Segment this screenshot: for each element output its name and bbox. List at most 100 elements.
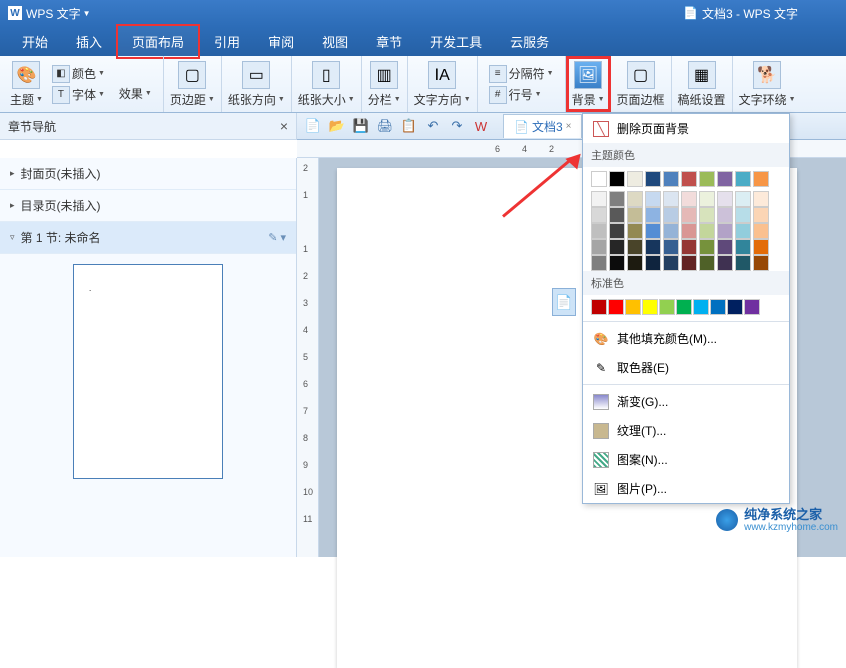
color-swatch[interactable] [609,255,625,271]
color-swatch[interactable] [693,299,709,315]
menu-item-7[interactable]: 开发工具 [416,26,496,57]
color-swatch[interactable] [710,299,726,315]
color-swatch[interactable] [663,223,679,239]
color-swatch[interactable] [645,223,661,239]
color-swatch[interactable] [663,255,679,271]
menu-item-0[interactable]: 开始 [8,26,62,57]
font-button[interactable]: T字体▼ [50,85,107,105]
theme-button[interactable]: 主题▼ [10,91,43,108]
gradient-item[interactable]: 渐变(G)... [583,387,789,416]
color-swatch[interactable] [699,171,715,187]
ribbon-size[interactable]: ▯ 纸张大小▼ [292,56,362,112]
color-swatch[interactable] [753,239,769,255]
redo-icon[interactable]: ↷ [447,116,467,136]
linenum-button[interactable]: #行号▼ [487,85,556,105]
color-swatch[interactable] [645,191,661,207]
ribbon-textdir[interactable]: ⅠA 文字方向▼ [408,56,478,112]
color-swatch[interactable] [681,255,697,271]
color-swatch[interactable] [609,207,625,223]
color-swatch[interactable] [642,299,658,315]
color-swatch[interactable] [727,299,743,315]
color-swatch[interactable] [627,191,643,207]
color-swatch[interactable] [627,207,643,223]
sidebar-close-button[interactable]: × [280,118,288,134]
color-swatch[interactable] [717,255,733,271]
color-swatch[interactable] [609,191,625,207]
theme-icon[interactable]: 🎨 [12,61,40,89]
color-swatch[interactable] [681,239,697,255]
color-swatch[interactable] [591,207,607,223]
color-swatch[interactable] [735,191,751,207]
color-swatch[interactable] [627,223,643,239]
color-swatch[interactable] [663,207,679,223]
color-swatch[interactable] [753,191,769,207]
color-swatch[interactable] [676,299,692,315]
menu-item-6[interactable]: 章节 [362,26,416,57]
color-swatch[interactable] [663,171,679,187]
color-swatch[interactable] [753,255,769,271]
color-swatch[interactable] [681,171,697,187]
color-swatch[interactable] [753,207,769,223]
ribbon-border[interactable]: ▢ 页面边框 [611,56,672,112]
menu-item-4[interactable]: 审阅 [254,26,308,57]
color-swatch[interactable] [659,299,675,315]
vertical-ruler[interactable]: 211234567891011 [297,158,319,557]
color-swatch[interactable] [699,223,715,239]
color-swatch[interactable] [663,239,679,255]
color-swatch[interactable] [699,255,715,271]
color-swatch[interactable] [645,255,661,271]
nav-item-1[interactable]: ▸目录页(未插入) [0,190,296,222]
eyedropper-item[interactable]: ✎取色器(E) [583,353,789,382]
color-swatch[interactable] [735,223,751,239]
color-swatch[interactable] [735,207,751,223]
color-swatch[interactable] [717,207,733,223]
ribbon-grid[interactable]: ▦ 稿纸设置 [672,56,733,112]
color-swatch[interactable] [744,299,760,315]
color-swatch[interactable] [645,207,661,223]
menu-item-1[interactable]: 插入 [62,26,116,57]
color-swatch[interactable] [609,171,625,187]
color-swatch[interactable] [645,171,661,187]
color-swatch[interactable] [609,239,625,255]
preview-icon[interactable]: 📋 [399,116,419,136]
ribbon-columns[interactable]: ▥ 分栏▼ [362,56,408,112]
open-icon[interactable]: 📂 [327,116,347,136]
color-swatch[interactable] [699,239,715,255]
color-swatch[interactable] [609,223,625,239]
color-swatch[interactable] [699,207,715,223]
undo-icon[interactable]: ↶ [423,116,443,136]
menu-item-3[interactable]: 引用 [200,26,254,57]
picture-item[interactable]: 🖼图片(P)... [583,474,789,503]
color-swatch[interactable] [591,171,607,187]
color-swatch[interactable] [591,299,607,315]
ribbon-background[interactable]: 🖼 背景▼ [566,56,611,112]
color-swatch[interactable] [735,255,751,271]
color-swatch[interactable] [753,171,769,187]
nav-item-2[interactable]: ▿第 1 节: 未命名✎ ▾ [0,222,296,254]
color-swatch[interactable] [735,239,751,255]
print-icon[interactable]: 🖨 [375,116,395,136]
new-icon[interactable]: 📄 [303,116,323,136]
color-swatch[interactable] [717,171,733,187]
color-swatch[interactable] [735,171,751,187]
color-swatch[interactable] [681,191,697,207]
ribbon-orientation[interactable]: ▭ 纸张方向▼ [222,56,292,112]
wps-logo-icon[interactable]: W [471,116,491,136]
color-swatch[interactable] [591,191,607,207]
edit-icon[interactable]: ✎ ▾ [268,231,286,244]
delete-background-item[interactable]: ╲ 删除页面背景 [583,114,789,143]
color-swatch[interactable] [627,239,643,255]
color-swatch[interactable] [645,239,661,255]
page-thumbnail[interactable]: . [73,264,223,479]
tab-close-button[interactable]: × [566,121,572,132]
document-tab[interactable]: 📄 文档3 × [503,114,582,138]
menu-item-5[interactable]: 视图 [308,26,362,57]
menu-item-8[interactable]: 云服务 [496,26,563,57]
color-swatch[interactable] [681,223,697,239]
ribbon-margin[interactable]: ▢ 页边距▼ [164,56,222,112]
color-swatch[interactable] [699,191,715,207]
color-swatch[interactable] [591,223,607,239]
color-swatch[interactable] [717,239,733,255]
effect-button[interactable]: 效果▼ [117,84,154,103]
color-swatch[interactable] [663,191,679,207]
